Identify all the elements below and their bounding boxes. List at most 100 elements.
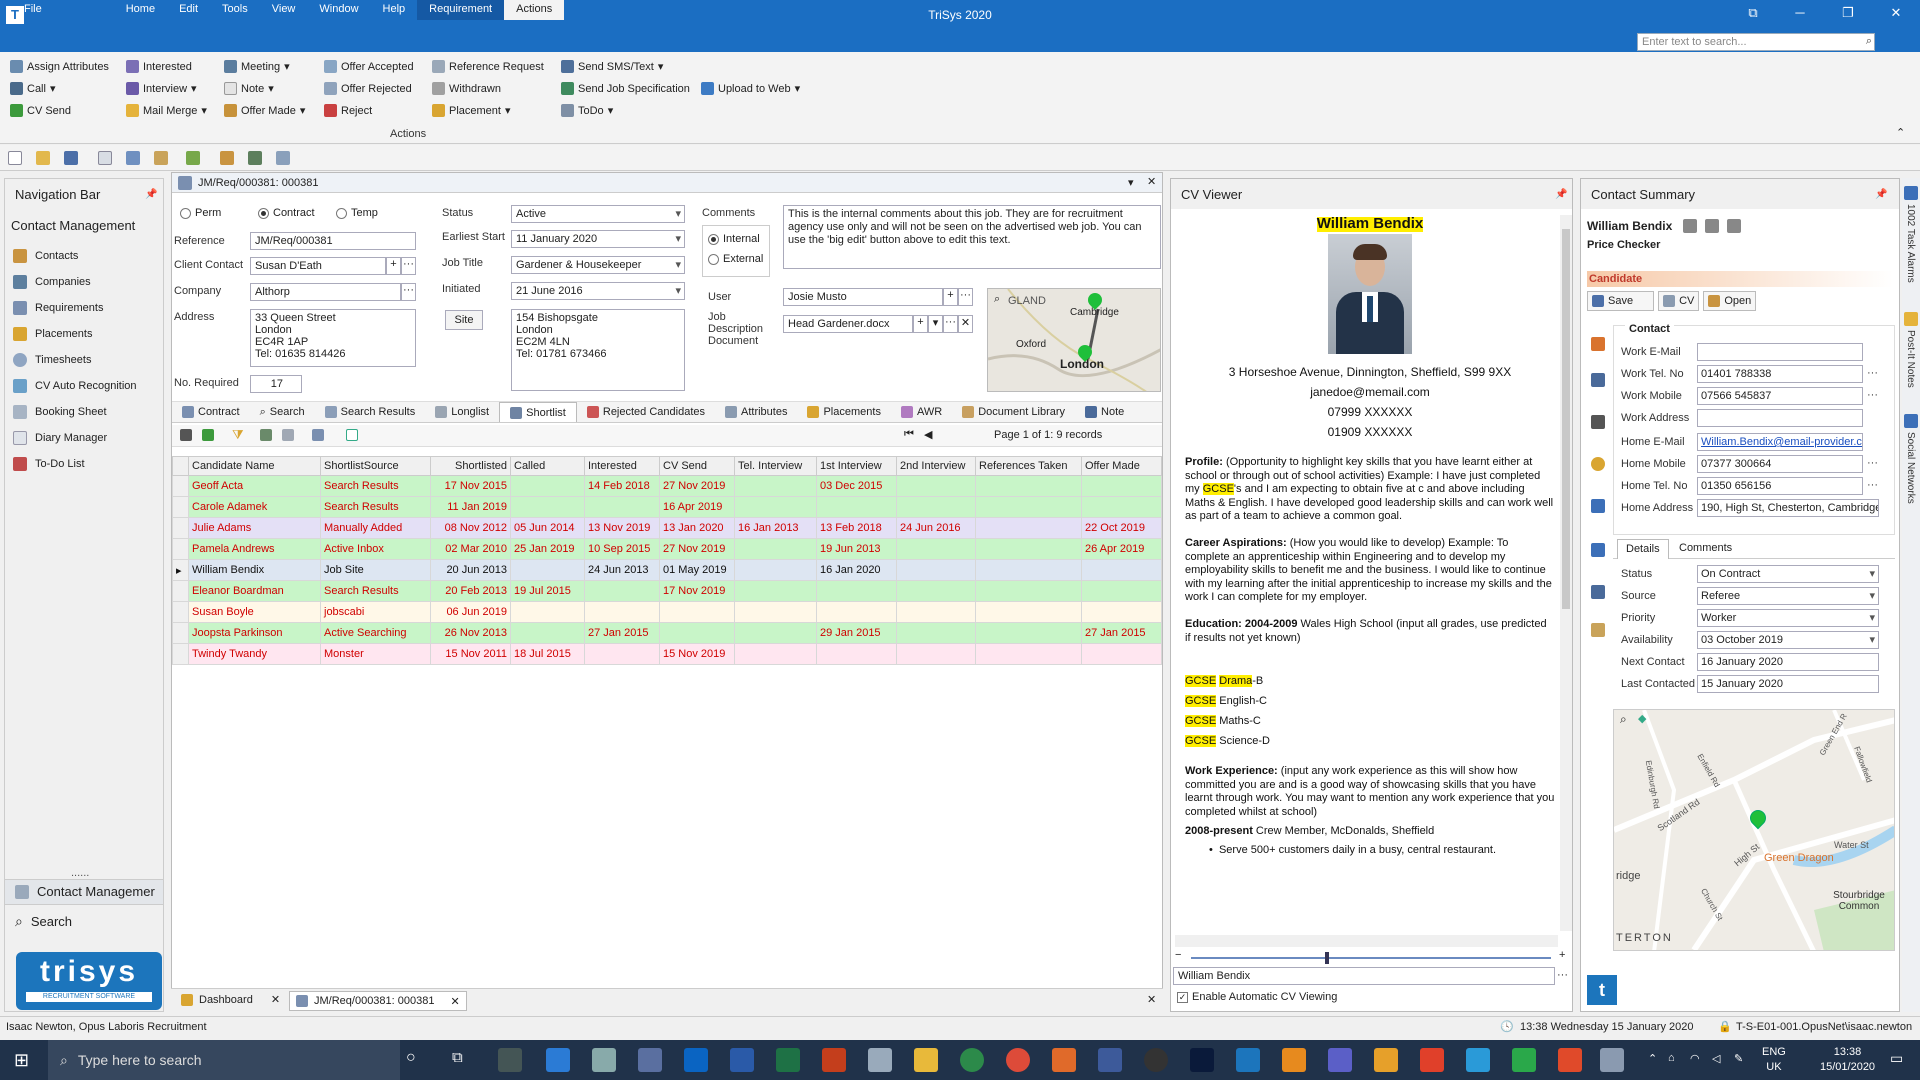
table-row[interactable]: Pamela Andrews Active Inbox 02 Mar 2010 25 …	[172, 538, 1162, 560]
print-icon[interactable]	[180, 429, 192, 441]
taskbar-search[interactable]: ⌕ Type here to search	[48, 1040, 400, 1080]
columns-icon[interactable]	[282, 429, 294, 441]
pin-icon[interactable]: 📌	[1555, 189, 1567, 200]
map-zoom-icon[interactable]: ⌕	[994, 293, 1000, 306]
task-view-icon[interactable]: ⧉	[452, 1049, 463, 1066]
meeting-button[interactable]: Meeting ▾	[224, 60, 290, 73]
close-requirement-icon[interactable]: ✕	[1147, 175, 1156, 188]
clipboard-icon[interactable]	[154, 151, 168, 165]
map-zoom-icon[interactable]: ⌕	[1620, 712, 1627, 727]
lookup-company-icon[interactable]: ···	[401, 283, 416, 301]
grid-icon[interactable]	[126, 151, 140, 165]
nav-bottom-item-search[interactable]: ⌕ Search	[15, 913, 72, 930]
photoshop-icon[interactable]	[1190, 1048, 1214, 1072]
tab-longlist[interactable]: Longlist	[425, 402, 499, 422]
contact-field-value[interactable]: 07566 545837	[1697, 387, 1863, 405]
minimize-button[interactable]: ─	[1780, 5, 1820, 20]
job-title-select[interactable]: Gardener & Housekeeper	[511, 256, 685, 274]
cv-send-button[interactable]: CV Send	[10, 104, 71, 117]
earliest-start-date[interactable]: 11 January 2020	[511, 230, 685, 248]
address-icon[interactable]	[1591, 415, 1605, 429]
tab-details[interactable]: Details	[1617, 539, 1669, 559]
filter-icon[interactable]: ⧩	[232, 427, 244, 443]
map-maps-icon[interactable]: ◆	[1638, 712, 1646, 725]
details-icon[interactable]	[1591, 543, 1605, 557]
offer-rejected-button[interactable]: Offer Rejected	[324, 82, 412, 95]
restore-layout-icon[interactable]: ⧉	[1733, 5, 1773, 21]
tab-search[interactable]: ⌕ Search	[250, 402, 315, 422]
requirement-map[interactable]: ⌕ GLAND Cambridge Oxford London	[987, 288, 1161, 392]
pin-icon[interactable]: 📌	[1875, 189, 1887, 200]
field-lookup-icon[interactable]: ···	[1867, 389, 1878, 401]
todo-button[interactable]: ToDo ▾	[561, 104, 613, 117]
initiated-date[interactable]: 21 June 2016	[511, 282, 685, 300]
auto-cv-viewing-checkbox[interactable]: ✓ Enable Automatic CV Viewing	[1177, 991, 1337, 1003]
trisys-taskbar-icon[interactable]	[1236, 1048, 1260, 1072]
tab-note[interactable]: Note	[1075, 402, 1134, 422]
home-icon[interactable]	[1591, 457, 1605, 471]
col-header[interactable]: Candidate Name	[188, 456, 321, 476]
network-icon[interactable]: ⌂	[1668, 1052, 1675, 1064]
save-contact-button[interactable]: Save	[1587, 291, 1655, 311]
tab-rejected-candidates[interactable]: Rejected Candidates	[577, 402, 715, 422]
send-job-spec-button[interactable]: Send Job Specification	[561, 82, 690, 95]
type-temp-radio[interactable]: Temp	[336, 207, 378, 219]
comments-field[interactable]: This is the internal comments about this…	[783, 205, 1161, 269]
type-perm-radio[interactable]: Perm	[180, 207, 221, 219]
reference-field[interactable]: JM/Req/000381	[250, 232, 416, 250]
stats-icon[interactable]	[1591, 585, 1605, 599]
nav-item-companies[interactable]: Companies	[13, 275, 91, 289]
cv-vertical-scrollbar[interactable]	[1560, 215, 1572, 931]
col-header[interactable]: ShortlistSource	[320, 456, 431, 476]
vscode-icon[interactable]	[546, 1048, 570, 1072]
col-header[interactable]: Shortlisted	[430, 456, 511, 476]
search-icon[interactable]: ⌕	[1866, 35, 1872, 48]
cv-document[interactable]: William Bendix 3 Horseshoe Avenue, Dinni…	[1185, 217, 1555, 931]
post-it-notes-tab[interactable]: Post-It Notes	[1905, 330, 1916, 388]
cv-zoom-slider[interactable]: − +	[1175, 949, 1570, 965]
windows-start-icon[interactable]: ⊞	[14, 1050, 29, 1071]
close-button[interactable]: ✕	[1876, 5, 1916, 21]
address-field[interactable]: 33 Queen Street London EC4R 1AP Tel: 01635 …	[250, 309, 416, 367]
open-folder-icon[interactable]	[36, 151, 50, 165]
excel-icon[interactable]	[346, 429, 358, 441]
nav-item-booking-sheet[interactable]: Booking Sheet	[13, 405, 107, 419]
table-row[interactable]: Joopsta Parkinson Active Searching 26 Nov …	[172, 622, 1162, 644]
table-row[interactable]: Carole Adamek Search Results 11 Jan 2019 16…	[172, 496, 1162, 518]
table-row[interactable]: ▸ William Bendix Job Site 20 Jun 2013 24 Jun…	[172, 559, 1162, 581]
offer-made-button[interactable]: Offer Made ▾	[224, 104, 305, 117]
building-icon[interactable]	[248, 151, 262, 165]
cv-lookup-icon[interactable]: ···	[1557, 969, 1568, 981]
field-lookup-icon[interactable]: ···	[1867, 457, 1878, 469]
upload-to-web-button[interactable]: Upload to Web ▾	[701, 82, 800, 95]
app-icon[interactable]	[1052, 1048, 1076, 1072]
send-sms-button[interactable]: Send SMS/Text ▾	[561, 60, 663, 73]
document-dropdown-icon[interactable]: ▾	[928, 315, 943, 333]
external-radio[interactable]: External	[708, 253, 763, 265]
contact-field-value[interactable]: 190, High St, Chesterton, Cambridge	[1697, 499, 1879, 517]
col-header[interactable]: Called	[510, 456, 585, 476]
nav-item-timesheets[interactable]: Timesheets	[13, 353, 91, 367]
social-networks-icon[interactable]	[1904, 414, 1918, 428]
doc-tab-dashboard[interactable]: Dashboard ✕	[181, 993, 280, 1006]
word-icon[interactable]	[730, 1048, 754, 1072]
detail-value[interactable]: 16 January 2020	[1697, 653, 1879, 671]
col-header[interactable]: Tel. Interview	[734, 456, 817, 476]
job-description-field[interactable]: Head Gardener.docx	[783, 315, 913, 333]
nav-bottom-item-contact-management[interactable]: Contact Managemer	[15, 884, 155, 899]
close-all-tabs-icon[interactable]: ✕	[1147, 993, 1156, 1006]
app-icon[interactable]	[1098, 1048, 1122, 1072]
reject-button[interactable]: Reject	[324, 104, 372, 117]
detail-value[interactable]: On Contract	[1697, 565, 1879, 583]
close-tab-icon[interactable]: ✕	[271, 993, 280, 1006]
trisys-small-logo[interactable]: t	[1587, 975, 1617, 1005]
edge-icon[interactable]	[960, 1048, 984, 1072]
site-address-field[interactable]: 154 Bishopsgate London EC2M 4LN Tel: 01781 …	[511, 309, 685, 391]
lookup-user-icon[interactable]: ···	[958, 288, 973, 306]
col-header[interactable]: Offer Made	[1081, 456, 1162, 476]
task-alarms-tab[interactable]: 1002 Task Alarms	[1905, 204, 1916, 283]
lookup-document-icon[interactable]: ···	[943, 315, 958, 333]
call-button[interactable]: Call ▾	[10, 82, 55, 95]
export-icon[interactable]	[260, 429, 272, 441]
contact-icon[interactable]	[1591, 337, 1605, 351]
